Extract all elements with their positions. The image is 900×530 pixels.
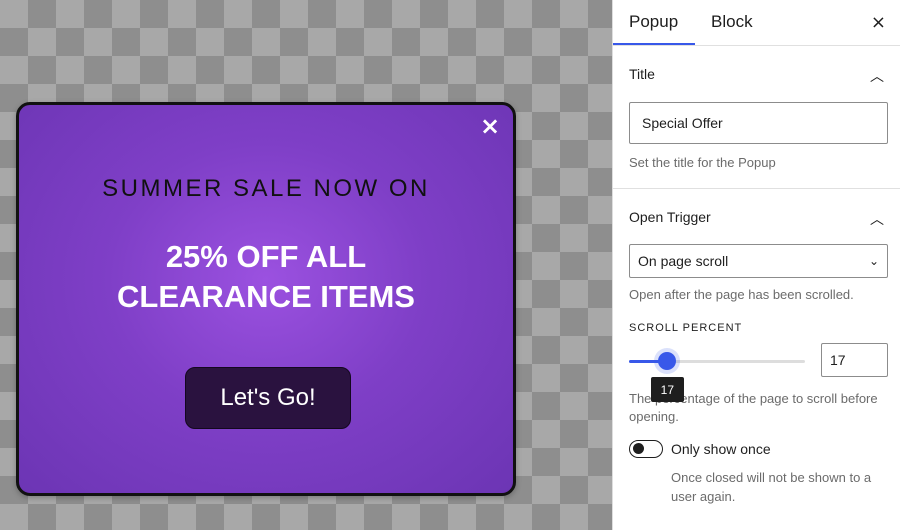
open-trigger-select-value: On page scroll xyxy=(638,253,729,269)
close-sidebar-icon[interactable]: × xyxy=(871,12,886,33)
popup-title-input[interactable]: Special Offer xyxy=(629,102,888,144)
only-show-once-toggle[interactable] xyxy=(629,440,663,458)
popup-cta-button[interactable]: Let's Go! xyxy=(185,367,351,429)
popup-offer-text: 25% OFF ALL CLEARANCE ITEMS xyxy=(117,239,415,314)
only-show-once-label: Only show once xyxy=(671,441,771,457)
scroll-percent-tooltip: 17 xyxy=(650,377,684,402)
tab-popup-label: Popup xyxy=(629,12,679,31)
open-trigger-select[interactable]: On page scroll ⌄ xyxy=(629,244,888,278)
popup-preview[interactable]: × SUMMER SALE NOW ON 25% OFF ALL CLEARAN… xyxy=(16,102,516,496)
open-trigger-panel-toggle[interactable]: Open Trigger ︿ xyxy=(613,189,900,241)
chevron-up-icon: ︿ xyxy=(870,69,884,85)
scroll-percent-thumb[interactable] xyxy=(657,352,676,370)
active-tab-indicator xyxy=(613,43,695,45)
title-panel-toggle[interactable]: Title ︿ xyxy=(613,46,900,98)
open-trigger-heading: Open Trigger xyxy=(629,209,711,225)
popup-heading: SUMMER SALE NOW ON xyxy=(102,175,430,202)
tab-block-label: Block xyxy=(711,12,753,31)
only-show-once-help-text: Once closed will not be shown to a user … xyxy=(671,470,872,504)
tab-block[interactable]: Block xyxy=(711,0,753,46)
only-show-once-row: Only show once xyxy=(629,438,884,464)
title-panel: Title ︿ Special Offer Set the title for … xyxy=(613,46,900,189)
scroll-percent-label: SCROLL PERCENT xyxy=(629,322,743,334)
open-trigger-help-text: Open after the page has been scrolled. xyxy=(629,287,854,302)
title-help-text: Set the title for the Popup xyxy=(629,155,776,170)
editor-canvas: × SUMMER SALE NOW ON 25% OFF ALL CLEARAN… xyxy=(0,0,612,530)
chevron-down-icon: ⌄ xyxy=(868,254,879,268)
settings-sidebar: Popup Block × Title ︿ Special Offer Set … xyxy=(612,0,900,530)
toggle-knob xyxy=(633,443,644,454)
title-panel-heading: Title xyxy=(629,66,655,82)
popup-close-icon[interactable]: × xyxy=(479,114,501,138)
sidebar-tabs: Popup Block × xyxy=(613,0,900,46)
scroll-percent-input[interactable]: 17 xyxy=(821,343,888,377)
tab-popup[interactable]: Popup xyxy=(629,0,693,46)
open-trigger-panel: Open Trigger ︿ On page scroll ⌄ Open aft… xyxy=(613,189,900,506)
chevron-up-icon: ︿ xyxy=(870,212,884,228)
